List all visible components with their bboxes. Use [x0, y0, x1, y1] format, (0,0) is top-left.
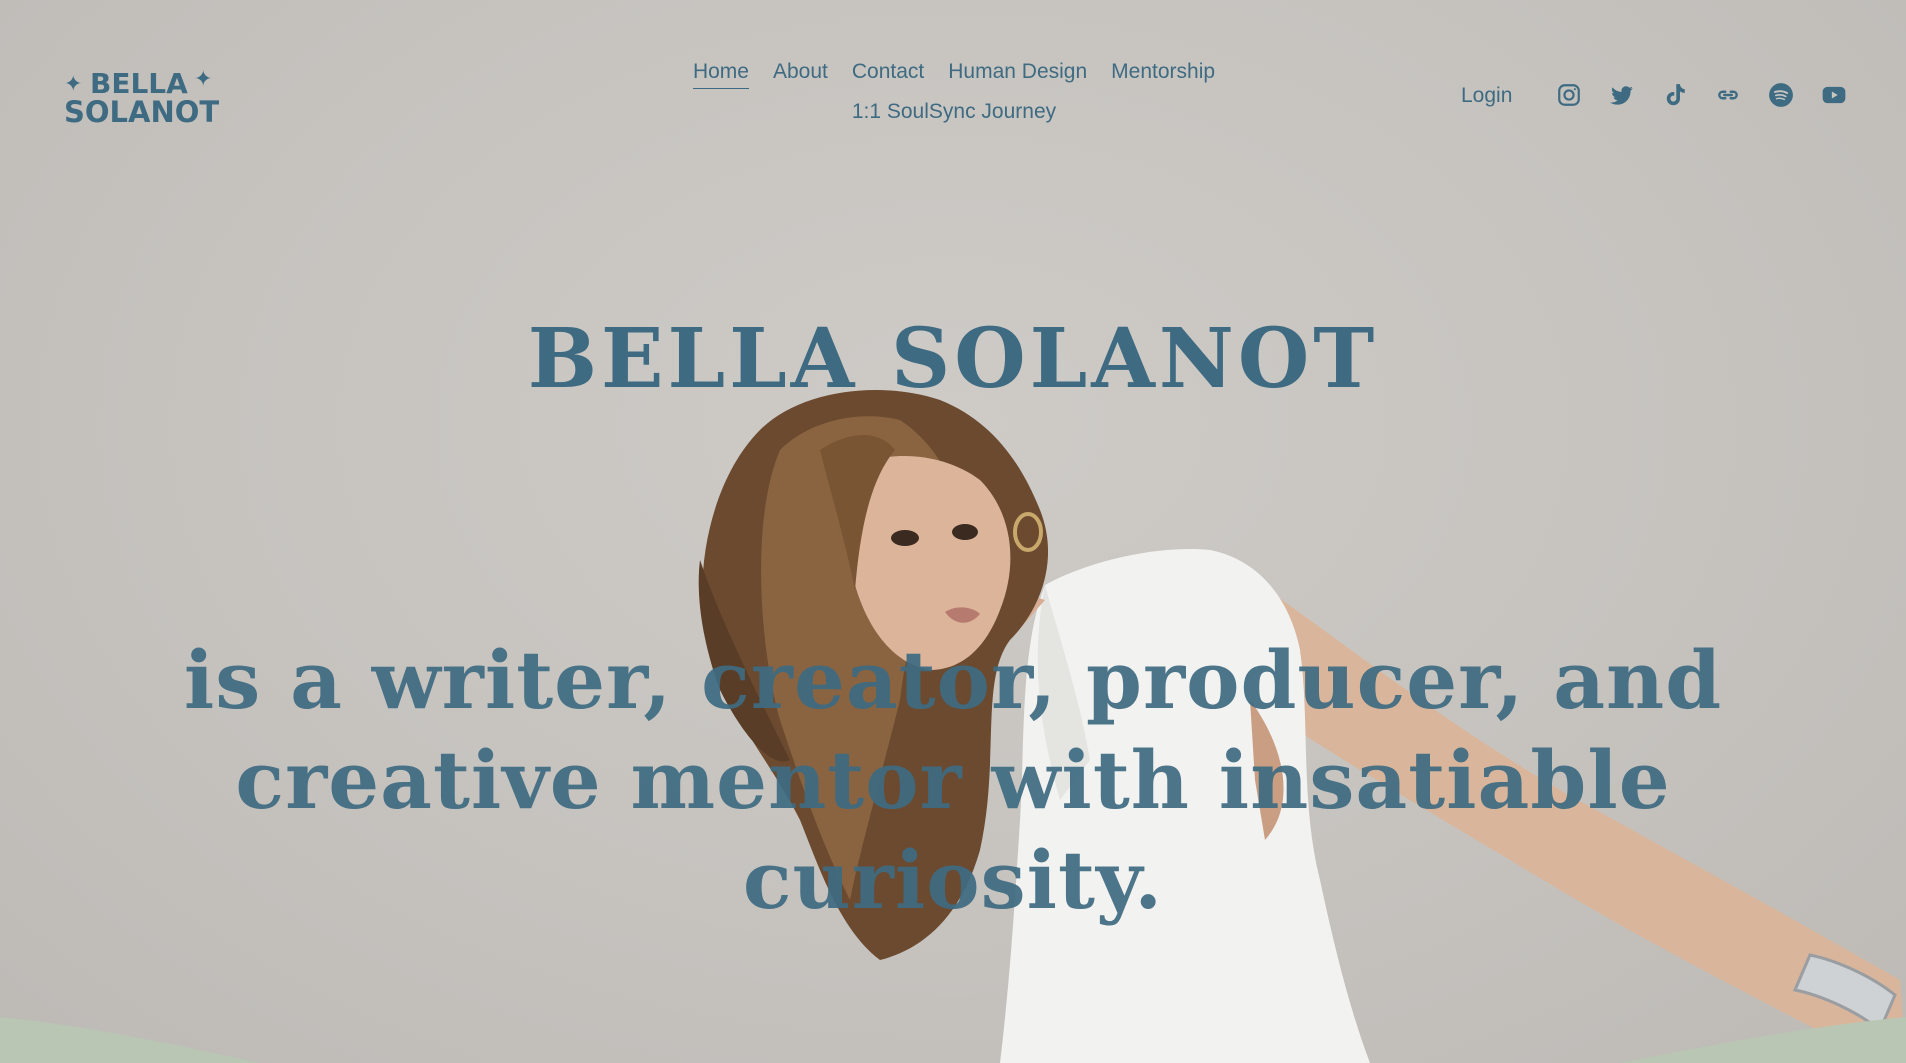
page: ✦ BELLA ✦ SOLANOT Home About Contact Hum…: [0, 0, 1906, 1063]
hero-subtitle: is a writer, creator, producer, and crea…: [183, 633, 1723, 927]
hero-title: BELLA SOLANOT: [527, 311, 1379, 407]
decorative-hill: [0, 1017, 1906, 1063]
